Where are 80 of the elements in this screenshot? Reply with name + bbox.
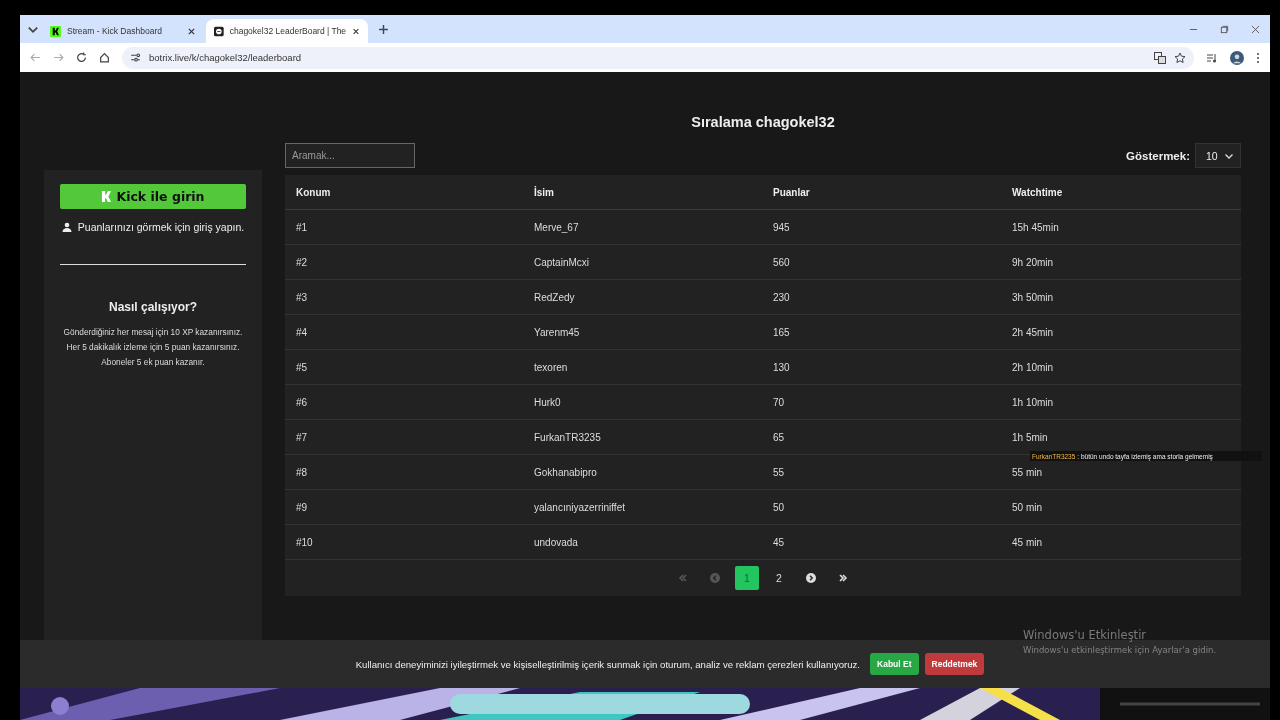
more-icon[interactable] bbox=[1256, 51, 1260, 64]
table-cell: 1h 10min bbox=[1001, 384, 1241, 420]
section-title: Nasıl çalışıyor? bbox=[107, 300, 198, 314]
media-icon[interactable] bbox=[1206, 51, 1218, 64]
table-cell: undovada bbox=[523, 524, 762, 560]
cookie-notice: Kullanıcı deneyiminizi iyileştirmek ve kişiselleştirilmiş içerik sunmak için oturum, analiz ve reklam çerezleri kullanıyoruz. bbox=[355, 658, 861, 670]
table-cell: 15h 45min bbox=[1001, 209, 1241, 245]
browser-tab[interactable]: chagokel32 LeaderBoard | The bbox=[206, 19, 368, 43]
table-cell: #8 bbox=[285, 454, 523, 490]
login-hint: Puanlarınızı görmek için giriş yapın. bbox=[77, 221, 245, 233]
avatar-icon[interactable] bbox=[1230, 50, 1244, 65]
table-cell: 945 bbox=[762, 209, 1001, 245]
new-tab-icon[interactable] bbox=[378, 23, 389, 35]
table-cell: Hurk0 bbox=[523, 384, 762, 420]
table-cell: #7 bbox=[285, 419, 523, 455]
column-header: Konum bbox=[285, 175, 523, 210]
chevron-right-icon bbox=[806, 573, 816, 583]
table-cell: 70 bbox=[762, 384, 1001, 420]
k-logo-icon bbox=[50, 25, 61, 37]
translate-icon[interactable] bbox=[1154, 51, 1166, 64]
table-cell: RedZedy bbox=[523, 279, 762, 315]
table-cell: #1 bbox=[285, 209, 523, 245]
browser-tab[interactable]: Stream - Kick Dashboard bbox=[42, 19, 204, 43]
table-cell: FurkanTR3235 bbox=[523, 419, 762, 455]
table-cell: 230 bbox=[762, 279, 1001, 315]
info-text: Aboneler 5 ek puan kazanır. bbox=[100, 357, 206, 367]
table-cell: #2 bbox=[285, 244, 523, 280]
home-icon[interactable] bbox=[99, 52, 110, 63]
close-icon[interactable] bbox=[187, 26, 196, 36]
table-cell: 55 bbox=[762, 454, 1001, 490]
show-label: Göstermek: bbox=[1126, 149, 1190, 162]
table-cell: 45 min bbox=[1001, 524, 1241, 560]
table-cell: yalancıniyazerriniffet bbox=[523, 489, 762, 525]
table-cell: 45 bbox=[762, 524, 1001, 560]
table-cell: 130 bbox=[762, 349, 1001, 385]
column-header: İsim bbox=[523, 175, 762, 210]
table-cell: 165 bbox=[762, 314, 1001, 350]
column-header: Watchtime bbox=[1001, 175, 1241, 210]
search-field[interactable]: Aramak... bbox=[285, 143, 415, 168]
table-cell: 560 bbox=[762, 244, 1001, 280]
table-cell: 50 bbox=[762, 489, 1001, 525]
table-cell: CaptainMcxi bbox=[523, 244, 762, 280]
page-size-select[interactable]: 10 bbox=[1195, 143, 1241, 168]
table-cell: 3h 50min bbox=[1001, 279, 1241, 315]
table-cell: 2h 45min bbox=[1001, 314, 1241, 350]
table-cell: 9h 20min bbox=[1001, 244, 1241, 280]
close-icon[interactable] bbox=[352, 26, 360, 36]
chevron-left-icon bbox=[710, 573, 720, 583]
info-text: Gönderdiğiniz her mesaj için 10 XP kazanırsınız. bbox=[62, 327, 244, 337]
user-icon bbox=[61, 222, 72, 232]
close-icon[interactable] bbox=[1251, 24, 1260, 34]
info-text: Her 5 dakikalık izleme için 5 puan kazanırsınız. bbox=[65, 342, 241, 352]
table-cell: 65 bbox=[762, 419, 1001, 455]
page-title: Sıralama chagokel32 bbox=[690, 114, 836, 130]
activation-title: Windows'u Etkinleştir bbox=[1023, 628, 1148, 642]
table-cell: Gokhanabipro bbox=[523, 454, 762, 490]
table-cell: 2h 10min bbox=[1001, 349, 1241, 385]
reject-button[interactable]: Reddetmek bbox=[924, 653, 985, 675]
table-cell: #9 bbox=[285, 489, 523, 525]
table-cell: #5 bbox=[285, 349, 523, 385]
star-icon[interactable] bbox=[1174, 51, 1186, 64]
double-chevron-right-icon bbox=[838, 573, 848, 583]
site-settings-icon[interactable] bbox=[130, 52, 141, 63]
login-button[interactable]: Kick ile girin bbox=[60, 184, 246, 209]
table-cell: Yarenm45 bbox=[523, 314, 762, 350]
table-cell: #6 bbox=[285, 384, 523, 420]
page-button[interactable]: 2 bbox=[767, 566, 791, 590]
table-cell: texoren bbox=[523, 349, 762, 385]
reload-icon[interactable] bbox=[76, 52, 87, 63]
table-cell: #10 bbox=[285, 524, 523, 560]
restore-icon[interactable] bbox=[1220, 24, 1229, 34]
activation-hint: Windows'u etkinleştirmek için Ayarlar'a gidin. bbox=[1023, 645, 1217, 655]
bot-logo-icon bbox=[214, 25, 224, 37]
k-logo-icon bbox=[101, 191, 113, 202]
table-cell: #4 bbox=[285, 314, 523, 350]
column-header: Puanlar bbox=[762, 175, 1001, 210]
table-cell: #3 bbox=[285, 279, 523, 315]
table-cell: 50 min bbox=[1001, 489, 1241, 525]
double-chevron-left-icon bbox=[678, 573, 688, 583]
table-cell: Merve_67 bbox=[523, 209, 762, 245]
